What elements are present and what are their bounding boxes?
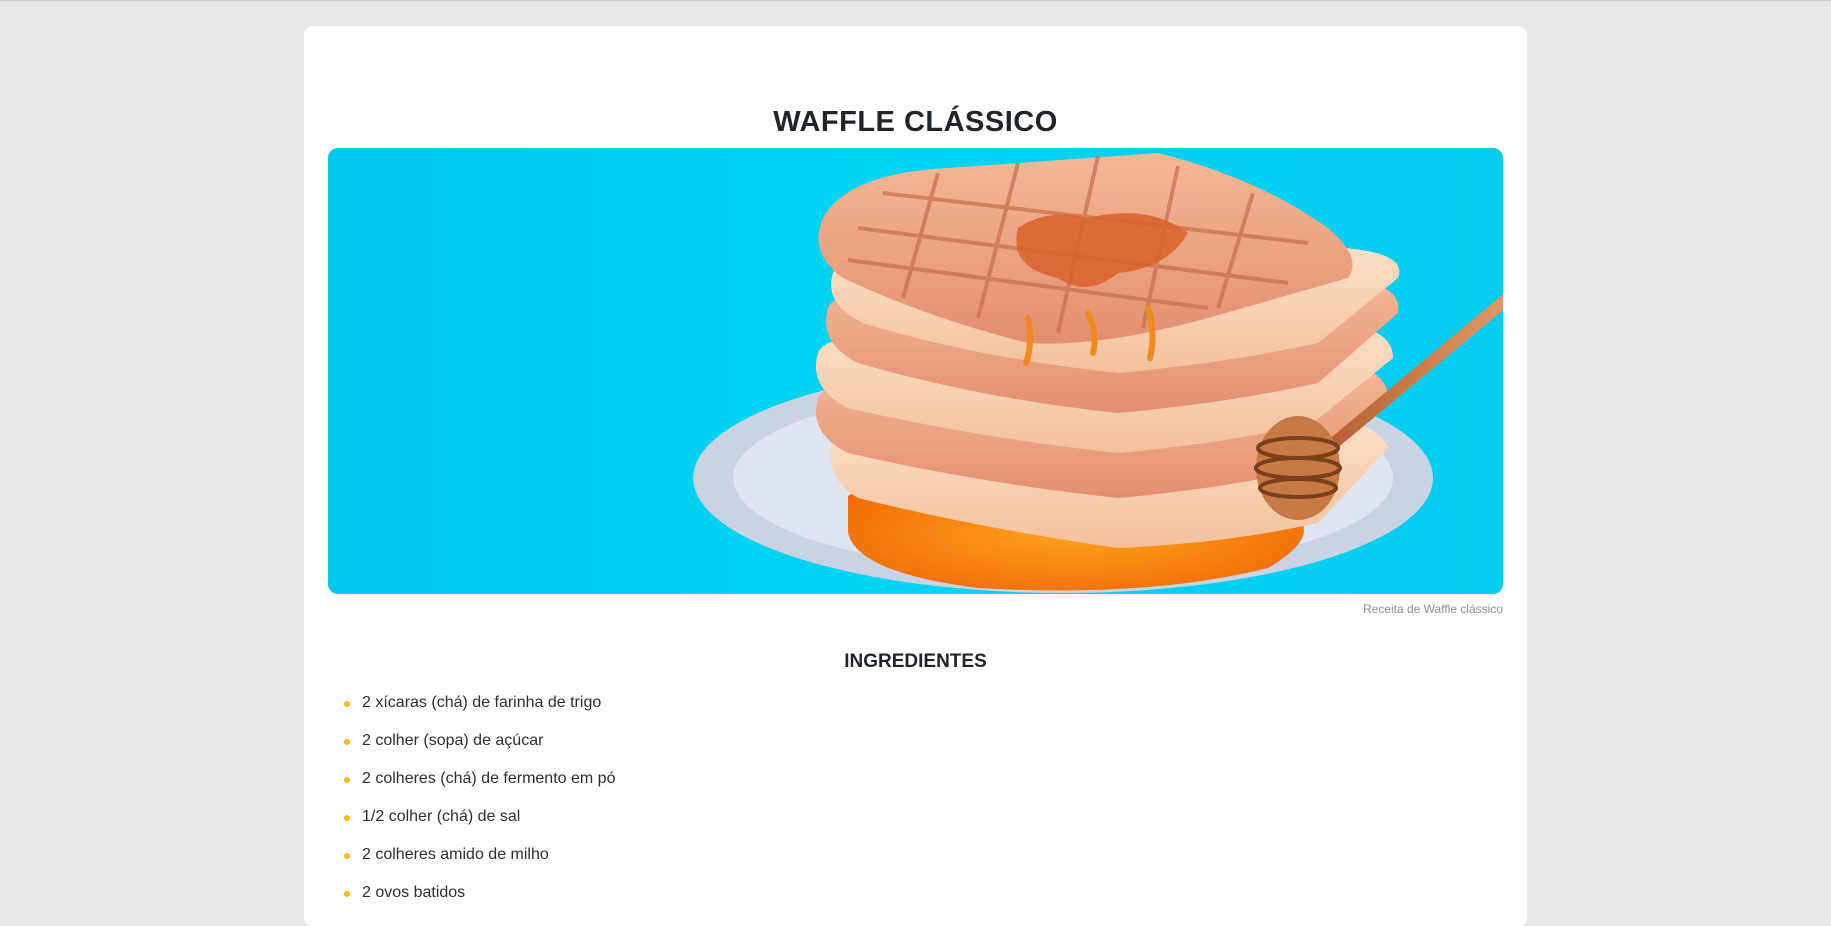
list-item: 2 ovos batidos (344, 884, 615, 922)
recipe-hero-image (328, 148, 1503, 594)
recipe-card: WAFFLE CLÁSSICO Receita de Waffle clássi… (304, 26, 1527, 926)
bullet-icon (344, 891, 350, 897)
ingredients-heading: INGREDIENTES (844, 651, 987, 672)
list-item: 2 xícaras (chá) de farinha de trigo (344, 694, 615, 732)
bullet-icon (344, 815, 350, 821)
page-title: WAFFLE CLÁSSICO (773, 106, 1058, 138)
ingredient-text: 2 colher (sopa) de açúcar (362, 732, 544, 749)
browser-top-border (0, 0, 1831, 1)
ingredients-list: 2 xícaras (chá) de farinha de trigo 2 co… (344, 694, 615, 922)
ingredient-text: 2 xícaras (chá) de farinha de trigo (362, 694, 602, 711)
bullet-icon (344, 777, 350, 783)
list-item: 2 colher (sopa) de açúcar (344, 732, 615, 770)
ingredient-text: 2 ovos batidos (362, 884, 466, 901)
list-item: 1/2 colher (chá) de sal (344, 808, 615, 846)
list-item: 2 colheres amido de milho (344, 846, 615, 884)
ingredient-text: 2 colheres amido de milho (362, 846, 549, 863)
ingredient-text: 2 colheres (chá) de fermento em pó (362, 770, 616, 787)
waffle-illustration (693, 153, 1503, 593)
bullet-icon (344, 739, 350, 745)
list-item: 2 colheres (chá) de fermento em pó (344, 770, 615, 808)
bullet-icon (344, 701, 350, 707)
bullet-icon (344, 853, 350, 859)
ingredient-text: 1/2 colher (chá) de sal (362, 808, 521, 825)
image-caption: Receita de Waffle clássico (1362, 602, 1503, 616)
